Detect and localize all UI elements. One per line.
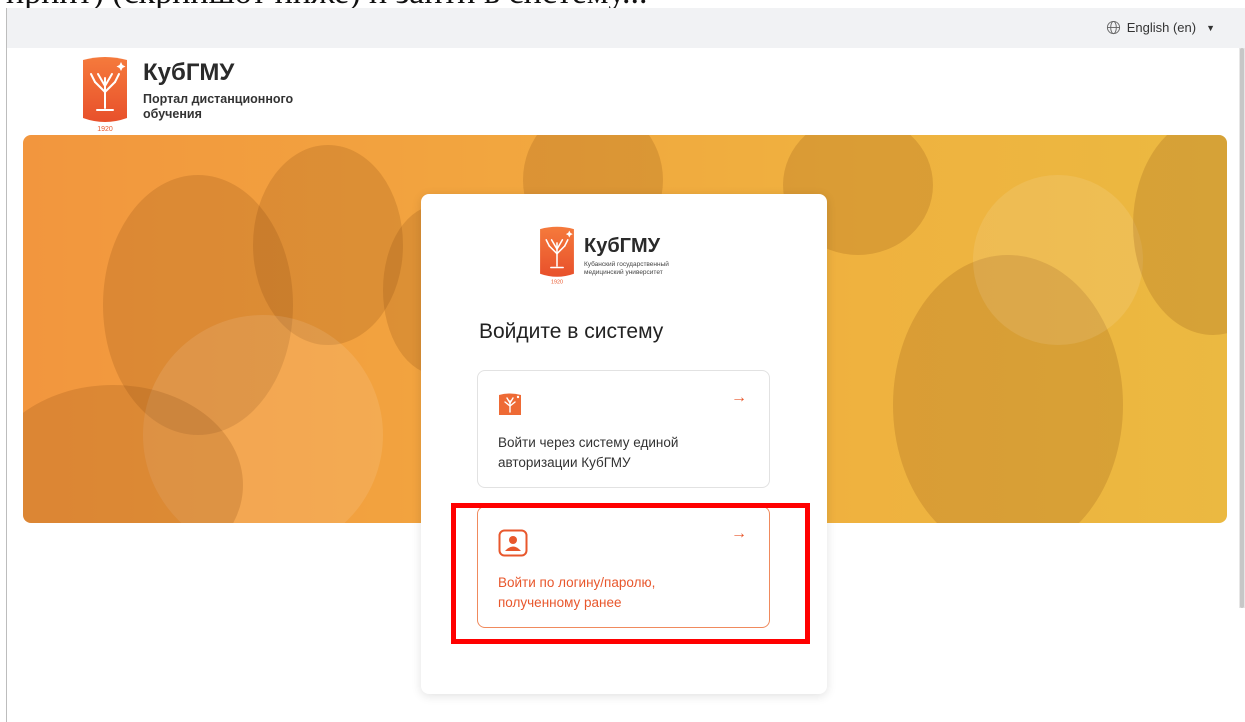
logo-year: 1920: [97, 126, 113, 133]
browser-window: English (en) ▼ 1920 КубГМУ Портал дистан…: [6, 8, 1245, 722]
document-text-fragment: принт) (скриншот ниже) и зайти в систему…: [0, 0, 1245, 8]
language-selector[interactable]: English (en) ▼: [1106, 20, 1215, 35]
card-brand-subtitle: Кубанский государственный медицинский ун…: [584, 261, 669, 276]
arrow-right-icon: →: [731, 525, 747, 542]
card-brand: 1920 КубГМУ Кубанский государственный ме…: [538, 226, 704, 286]
login-card: 1920 КубГМУ Кубанский государственный ме…: [421, 194, 827, 694]
arrow-right-icon: →: [731, 389, 747, 406]
login-title: Войдите в систему: [479, 320, 664, 343]
brand-subtitle: Портал дистанционного обучения: [143, 92, 294, 121]
globe-icon: [1106, 20, 1120, 35]
caret-down-icon: ▼: [1206, 22, 1215, 33]
scrollbar-thumb[interactable]: [1240, 48, 1244, 608]
scrollbar[interactable]: [1239, 48, 1245, 608]
sso-login-option[interactable]: → Войти через систему единой авторизации…: [477, 370, 770, 488]
password-login-option[interactable]: → Войти по логину/паролю, полученному ра…: [477, 506, 770, 628]
brand-name: КубГМУ: [143, 59, 235, 86]
kubgmu-logo-icon: 1920: [540, 226, 574, 286]
site-brand[interactable]: 1920 КубГМУ Портал дистанционного обучен…: [81, 56, 313, 134]
top-bar: English (en) ▼: [7, 8, 1245, 48]
sso-login-label: Войти через систему единой авторизации К…: [498, 435, 679, 470]
card-brand-name: КубГМУ: [584, 235, 661, 257]
kubgmu-logo-icon: [499, 393, 521, 415]
password-login-label: Войти по логину/паролю, полученному ране…: [498, 575, 656, 610]
user-icon: [498, 529, 528, 557]
kubgmu-logo-icon: 1920: [83, 57, 127, 133]
logo-year: 1920: [551, 280, 563, 286]
language-label: English (en): [1126, 20, 1197, 35]
